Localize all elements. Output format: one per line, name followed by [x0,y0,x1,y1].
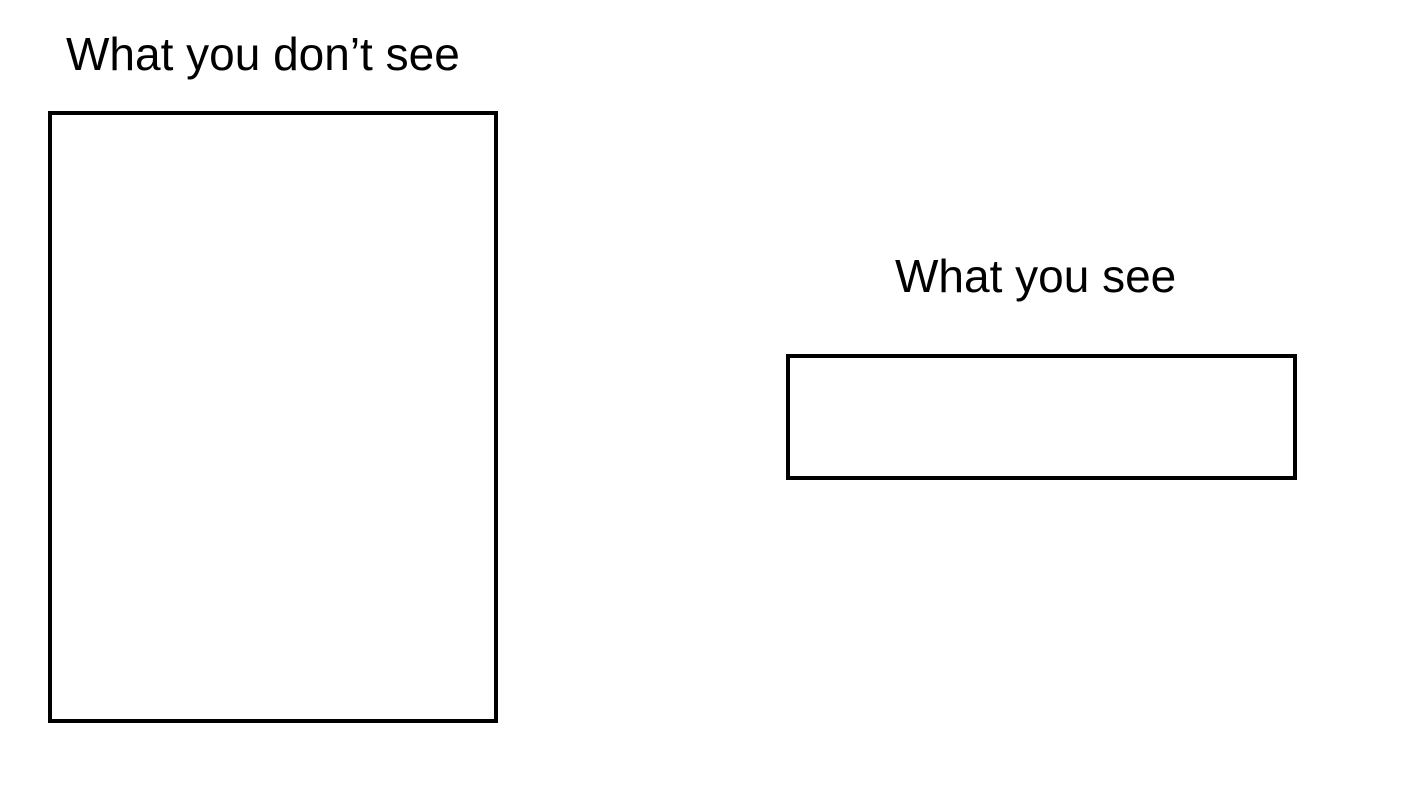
hidden-content-label: What you don’t see [66,28,460,80]
hidden-content-box [48,111,498,723]
diagram-canvas: What you don’t see What you see [0,0,1424,808]
visible-content-box [786,354,1297,480]
visible-content-label: What you see [895,250,1177,302]
